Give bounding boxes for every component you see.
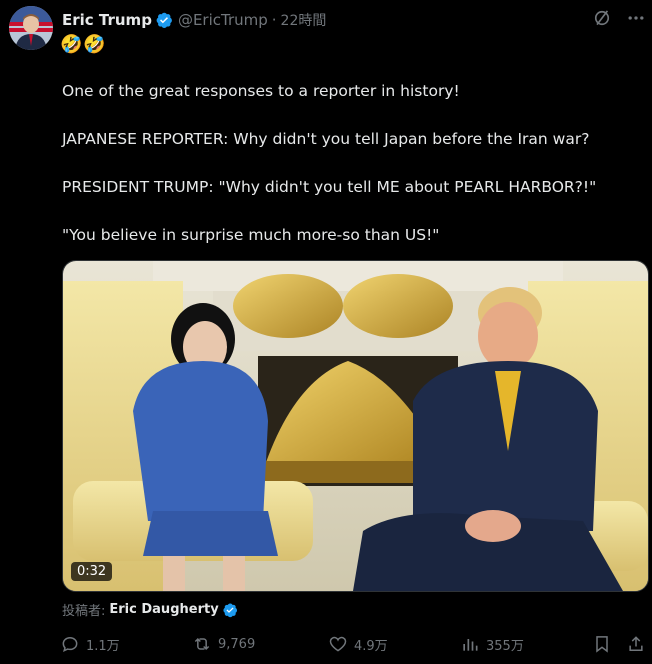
repost-icon <box>194 637 210 651</box>
reply-button[interactable]: 1.1万 <box>60 634 120 654</box>
video-duration: 0:32 <box>71 562 113 581</box>
repost-button[interactable]: 9,769 <box>192 634 255 654</box>
avatar[interactable] <box>9 6 53 50</box>
share-button[interactable] <box>626 634 646 654</box>
timestamp[interactable]: 22時間 <box>281 10 327 30</box>
verified-badge-icon <box>155 11 173 29</box>
media-credit: 投稿者: Eric Daugherty <box>62 600 238 619</box>
views-button[interactable]: 355万 <box>460 634 524 654</box>
reply-icon <box>62 636 78 653</box>
view-count: 355万 <box>486 638 524 654</box>
heart-icon <box>329 636 347 652</box>
tweet-actions: 1.1万 9,769 4.9万 355万 <box>60 634 650 658</box>
like-button[interactable]: 4.9万 <box>328 634 388 654</box>
verified-badge-icon <box>222 602 238 618</box>
bookmark-button[interactable] <box>592 634 612 654</box>
credit-label: 投稿者: <box>62 604 106 619</box>
avatar-image <box>9 6 53 50</box>
repost-count: 9,769 <box>218 636 256 652</box>
tweet-line: "You believe in surprise much more-so th… <box>62 226 440 244</box>
tweet-emoji: 🤣🤣 <box>60 34 107 55</box>
tweet-line: JAPANESE REPORTER: Why didn't you tell J… <box>62 130 590 148</box>
tweet-line: One of the great responses to a reporter… <box>62 82 460 100</box>
more-icon[interactable] <box>626 8 646 32</box>
author-name[interactable]: Eric Trump <box>62 11 152 29</box>
separator-dot: · <box>271 11 277 29</box>
share-icon <box>629 636 643 651</box>
tweet-header: Eric Trump @EricTrump · 22時間 <box>62 9 326 31</box>
video-thumbnail <box>63 261 648 591</box>
author-handle[interactable]: @EricTrump <box>178 11 268 29</box>
tweet-line: PRESIDENT TRUMP: "Why didn't you tell ME… <box>62 178 597 196</box>
video-player[interactable]: 0:32 <box>62 260 649 592</box>
header-actions <box>592 8 646 32</box>
like-count: 4.9万 <box>354 638 388 654</box>
views-chart-icon <box>463 639 478 651</box>
reply-count: 1.1万 <box>86 638 120 654</box>
grok-icon[interactable] <box>592 8 612 32</box>
bookmark-icon <box>596 636 608 653</box>
credit-name[interactable]: Eric Daugherty <box>109 602 218 617</box>
